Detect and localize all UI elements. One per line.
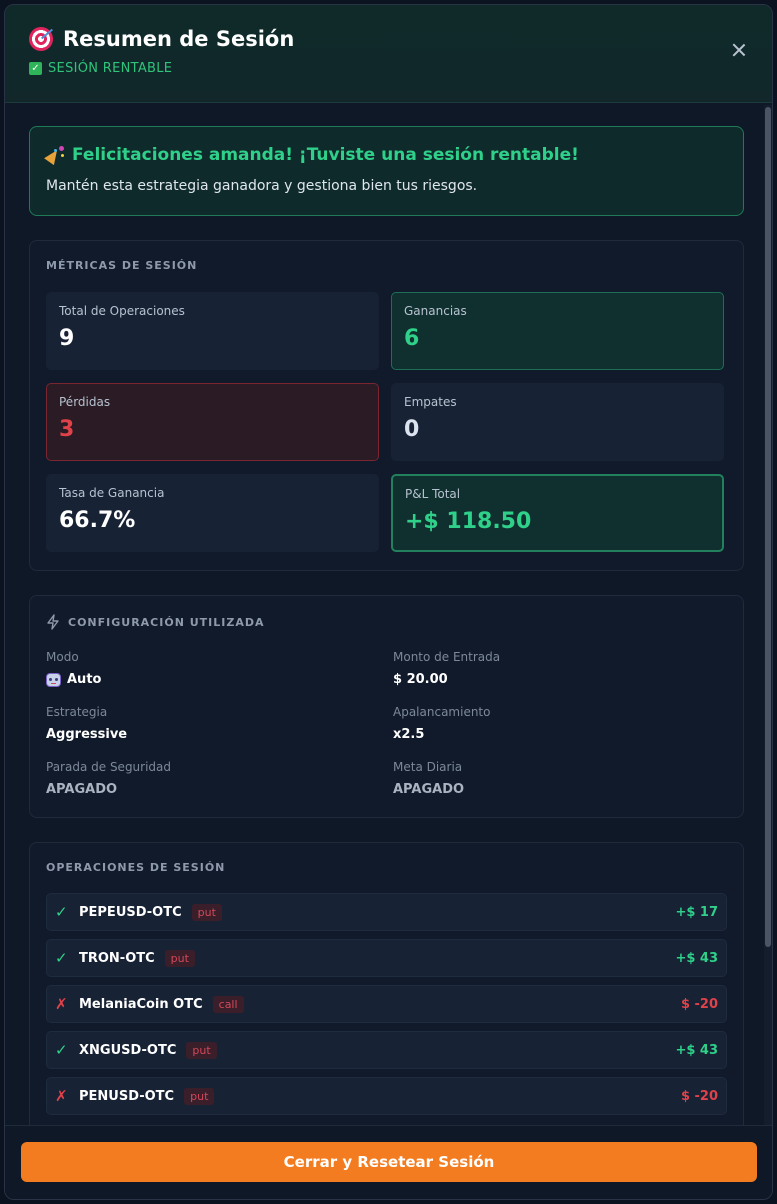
config-stop-loss: Parada de Seguridad APAGADO <box>46 760 393 797</box>
metric-label: Ganancias <box>404 304 467 318</box>
table-row: ✓ TRON-OTC put +$ 43 <box>46 939 727 977</box>
config-title-row: CONFIGURACIÓN UTILIZADA <box>46 614 727 630</box>
metric-value: 6 <box>404 326 420 351</box>
metrics-grid: Total de Operaciones 9 Ganancias 6 Pérdi… <box>46 292 727 552</box>
metric-total-trades: Total de Operaciones 9 <box>46 292 379 370</box>
config-label: Meta Diaria <box>393 760 463 774</box>
config-grid: Modo Auto Monto de Entrada $ 20.00 Estra… <box>46 650 727 797</box>
congrats-banner: Felicitaciones amanda! ¡Tuviste una sesi… <box>29 126 744 216</box>
metric-wins: Ganancias 6 <box>391 292 724 370</box>
check-box-icon: ✓ <box>29 62 42 75</box>
lightning-bolt-icon <box>46 614 60 630</box>
config-value: $ 20.00 <box>393 672 448 687</box>
session-status: SESIÓN RENTABLE <box>48 61 173 76</box>
trade-pnl: $ -20 <box>680 1088 718 1104</box>
trades-card: OPERACIONES DE SESIÓN ✓ PEPEUSD-OTC put … <box>29 842 744 1125</box>
config-title: CONFIGURACIÓN UTILIZADA <box>68 615 265 629</box>
config-strategy: Estrategia Aggressive <box>46 705 393 742</box>
congrats-message: Mantén esta estrategia ganadora y gestio… <box>46 178 478 194</box>
close-and-reset-button[interactable]: Cerrar y Resetear Sesión <box>21 1142 757 1182</box>
metric-value: +$ 118.50 <box>405 509 532 534</box>
trades-title: OPERACIONES DE SESIÓN <box>46 861 226 874</box>
congrats-title: Felicitaciones amanda! ¡Tuviste una sesi… <box>72 145 579 165</box>
config-value: Auto <box>46 672 393 687</box>
config-value: APAGADO <box>46 782 118 797</box>
trade-direction-badge: put <box>164 949 195 967</box>
metric-win-rate: Tasa de Ganancia 66.7% <box>46 474 379 552</box>
config-leverage: Apalancamiento x2.5 <box>393 705 713 742</box>
trade-pnl: +$ 43 <box>675 1042 718 1058</box>
loss-cross-icon: ✗ <box>55 1087 68 1105</box>
scrollbar-thumb[interactable] <box>765 107 771 947</box>
config-mode: Modo Auto <box>46 650 393 687</box>
config-value: x2.5 <box>393 727 425 742</box>
modal-content[interactable]: Felicitaciones amanda! ¡Tuviste una sesi… <box>5 104 772 1125</box>
trade-symbol: PEPEUSD-OTC <box>79 904 182 920</box>
modal-footer: Cerrar y Resetear Sesión <box>5 1125 772 1199</box>
target-icon <box>29 27 53 51</box>
metric-losses: Pérdidas 3 <box>46 383 379 461</box>
metric-label: Empates <box>404 395 457 409</box>
metric-label: P&L Total <box>405 487 461 501</box>
config-label: Estrategia <box>46 705 108 719</box>
trade-direction-badge: call <box>212 995 244 1013</box>
robot-icon <box>46 672 61 687</box>
win-check-icon: ✓ <box>55 949 68 967</box>
trade-symbol: PENUSD-OTC <box>79 1088 175 1104</box>
metrics-card: MÉTRICAS DE SESIÓN Total de Operaciones … <box>29 240 744 571</box>
trade-pnl: $ -20 <box>680 996 718 1012</box>
config-daily-goal: Meta Diaria APAGADO <box>393 760 713 797</box>
metric-value: 9 <box>59 326 75 351</box>
metric-label: Tasa de Ganancia <box>59 486 165 500</box>
trade-list: ✓ PEPEUSD-OTC put +$ 17 ✓ TRON-OTC put +… <box>46 893 727 1115</box>
metric-label: Total de Operaciones <box>59 304 185 318</box>
config-value: APAGADO <box>393 782 465 797</box>
metric-total-pnl: P&L Total +$ 118.50 <box>391 474 724 552</box>
trade-symbol: TRON-OTC <box>79 950 155 966</box>
metric-ties: Empates 0 <box>391 383 724 461</box>
trade-direction-badge: put <box>191 903 222 921</box>
config-label: Modo <box>46 650 79 664</box>
trade-symbol: XNGUSD-OTC <box>79 1042 177 1058</box>
table-row: ✓ XNGUSD-OTC put +$ 43 <box>46 1031 727 1069</box>
metric-value: 0 <box>404 417 420 442</box>
session-summary-modal: Resumen de Sesión ✓ SESIÓN RENTABLE Feli… <box>4 4 773 1200</box>
trade-pnl: +$ 43 <box>675 950 718 966</box>
win-check-icon: ✓ <box>55 1041 68 1059</box>
mode-value: Auto <box>67 672 102 687</box>
status-row: ✓ SESIÓN RENTABLE <box>29 61 748 76</box>
party-popper-icon <box>46 146 64 164</box>
metrics-title: MÉTRICAS DE SESIÓN <box>46 259 198 272</box>
loss-cross-icon: ✗ <box>55 995 68 1013</box>
table-row: ✗ PENUSD-OTC put $ -20 <box>46 1077 727 1115</box>
trade-symbol: MelaniaCoin OTC <box>79 996 203 1012</box>
metric-label: Pérdidas <box>59 395 111 409</box>
modal-header: Resumen de Sesión ✓ SESIÓN RENTABLE <box>5 5 772 103</box>
trade-direction-badge: put <box>184 1087 215 1105</box>
table-row: ✗ MelaniaCoin OTC call $ -20 <box>46 985 727 1023</box>
config-label: Apalancamiento <box>393 705 491 719</box>
metric-value: 66.7% <box>59 508 136 533</box>
title-row: Resumen de Sesión <box>29 27 748 51</box>
table-row: ✓ PEPEUSD-OTC put +$ 17 <box>46 893 727 931</box>
config-card: CONFIGURACIÓN UTILIZADA Modo Auto Monto … <box>29 595 744 818</box>
modal-title: Resumen de Sesión <box>63 27 295 51</box>
config-value: Aggressive <box>46 727 128 742</box>
config-label: Parada de Seguridad <box>46 760 172 774</box>
congrats-title-row: Felicitaciones amanda! ¡Tuviste una sesi… <box>46 145 727 165</box>
trade-pnl: +$ 17 <box>675 904 718 920</box>
config-entry-amount: Monto de Entrada $ 20.00 <box>393 650 713 687</box>
metric-value: 3 <box>59 417 75 442</box>
win-check-icon: ✓ <box>55 903 68 921</box>
close-icon[interactable] <box>730 41 748 59</box>
config-label: Monto de Entrada <box>393 650 501 664</box>
trade-direction-badge: put <box>186 1041 217 1059</box>
